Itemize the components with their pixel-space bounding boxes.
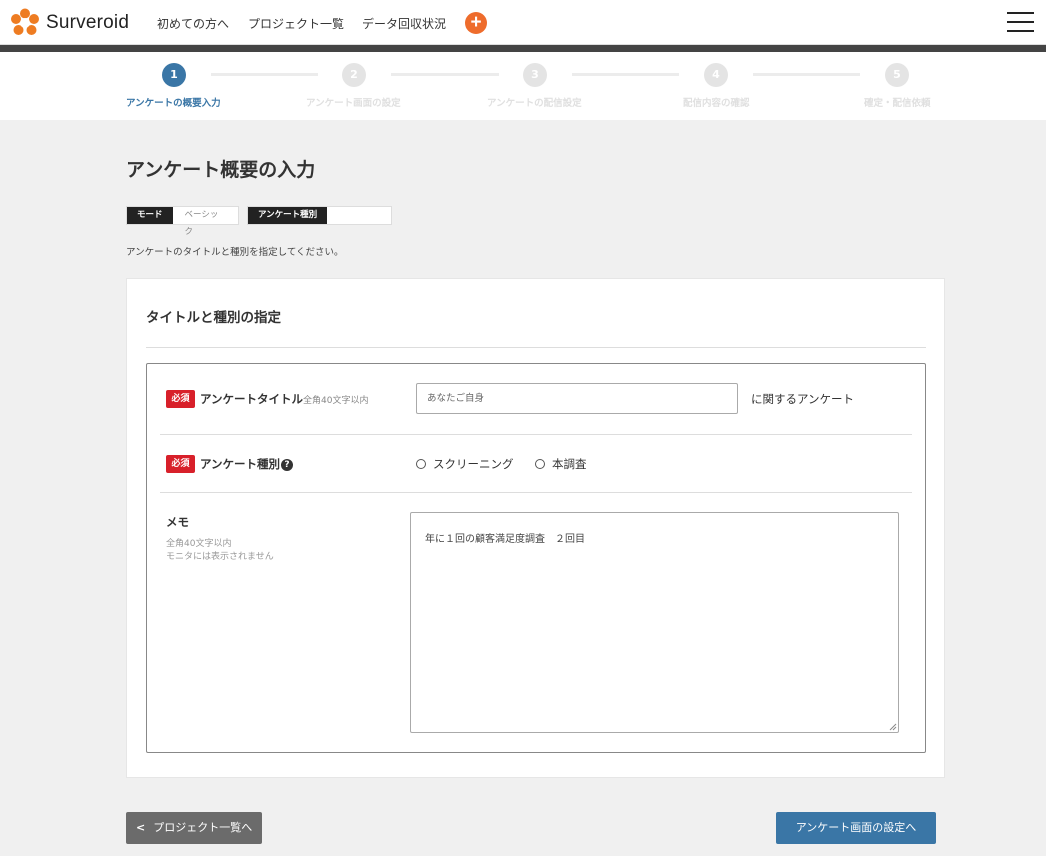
step-2-circle: 2 bbox=[342, 63, 366, 87]
radio-main-survey[interactable]: 本調査 bbox=[535, 456, 587, 472]
survey-title-suffix: に関するアンケート bbox=[751, 392, 855, 406]
form-box: 必須 アンケートタイトル全角40文字以内 あなたご自身 に関するアンケート 必須… bbox=[146, 363, 926, 753]
required-badge: 必須 bbox=[166, 390, 195, 408]
mode-tag-label: モード bbox=[127, 207, 173, 224]
survey-title-label: アンケートタイトル全角40文字以内 bbox=[200, 391, 369, 407]
surveroid-logo[interactable]: Surveroid bbox=[10, 8, 129, 38]
title-type-card: タイトルと種別の指定 必須 アンケートタイトル全角40文字以内 あなたご自身 に… bbox=[126, 278, 945, 778]
nav-beginners[interactable]: 初めての方へ bbox=[157, 15, 229, 32]
radio-main-survey-label: 本調査 bbox=[552, 457, 587, 471]
radio-screening-label: スクリーニング bbox=[433, 457, 514, 471]
step-3-circle: 3 bbox=[523, 63, 547, 87]
step-connector bbox=[391, 73, 499, 76]
survey-type-tag: アンケート種別 bbox=[247, 206, 393, 225]
step-4-circle: 4 bbox=[704, 63, 728, 87]
mode-tag: モード ベーシック bbox=[126, 206, 239, 237]
required-badge: 必須 bbox=[166, 455, 195, 473]
card-divider bbox=[146, 347, 926, 348]
step-4-label: 配信内容の確認 bbox=[683, 98, 750, 109]
add-project-button[interactable]: + bbox=[465, 12, 487, 34]
survey-type-tag-label: アンケート種別 bbox=[248, 207, 328, 224]
radio-button-icon bbox=[416, 459, 426, 469]
app-name: Surveroid bbox=[46, 12, 130, 33]
memo-textarea[interactable]: 年に１回の顧客満足度調査 ２回目 bbox=[410, 512, 899, 733]
memo-note-hidden: モニタには表示されません bbox=[166, 552, 274, 562]
step-2-label: アンケート画面の設定 bbox=[306, 98, 401, 109]
card-title: タイトルと種別の指定 bbox=[146, 310, 281, 326]
top-header: Surveroid 初めての方へ プロジェクト一覧 データ回収状況 + bbox=[0, 0, 1046, 45]
step-1-circle: 1 bbox=[162, 63, 186, 87]
step-5-circle: 5 bbox=[885, 63, 909, 87]
surveroid-logo-icon bbox=[11, 8, 39, 35]
step-5-label: 確定・配信依頼 bbox=[864, 98, 931, 109]
survey-type-tag-value bbox=[327, 207, 392, 224]
page-title: アンケート概要の入力 bbox=[126, 159, 316, 181]
nav-project-list[interactable]: プロジェクト一覧 bbox=[248, 15, 344, 32]
survey-title-note: 全角40文字以内 bbox=[303, 396, 369, 406]
step-1-label: アンケートの概要入力 bbox=[126, 98, 221, 109]
step-connector bbox=[572, 73, 679, 76]
help-icon[interactable]: ? bbox=[281, 458, 294, 471]
survey-title-input[interactable]: あなたご自身 bbox=[416, 383, 738, 414]
step-connector bbox=[211, 73, 318, 76]
hamburger-menu-icon[interactable] bbox=[1007, 12, 1034, 34]
mode-tag-value: ベーシック bbox=[172, 207, 238, 237]
radio-screening[interactable]: スクリーニング bbox=[416, 456, 514, 472]
row-divider bbox=[160, 492, 912, 493]
next-survey-screen-settings-button[interactable]: アンケート画面の設定へ bbox=[776, 812, 936, 844]
radio-button-icon bbox=[535, 459, 545, 469]
back-to-project-list-button[interactable]: < プロジェクト一覧へ bbox=[126, 812, 262, 844]
step-connector bbox=[753, 73, 860, 76]
header-bottom-bar bbox=[0, 45, 1046, 52]
plus-icon: + bbox=[470, 12, 482, 33]
memo-text: 年に１回の顧客満足度調査 ２回目 bbox=[425, 534, 585, 545]
back-button-label: プロジェクト一覧へ bbox=[153, 821, 253, 834]
instruction-text: アンケートのタイトルと種別を指定してください。 bbox=[126, 247, 344, 258]
survey-title-label-text: アンケートタイトル bbox=[200, 392, 304, 406]
chevron-left-icon: < bbox=[136, 821, 146, 834]
nav-data-collection-status[interactable]: データ回収状況 bbox=[362, 15, 446, 32]
row-divider bbox=[160, 434, 912, 435]
step-3-label: アンケートの配信設定 bbox=[487, 98, 582, 109]
resize-grip-icon[interactable] bbox=[888, 722, 897, 731]
survey-type-label-text: アンケート種別 bbox=[200, 457, 281, 471]
memo-label: メモ bbox=[166, 515, 189, 529]
memo-note-length: 全角40文字以内 bbox=[166, 539, 232, 549]
survey-type-label: アンケート種別? bbox=[200, 456, 294, 472]
progress-stepper: 1 2 3 4 5 アンケートの概要入力 アンケート画面の設定 アンケートの配信… bbox=[0, 52, 1046, 120]
